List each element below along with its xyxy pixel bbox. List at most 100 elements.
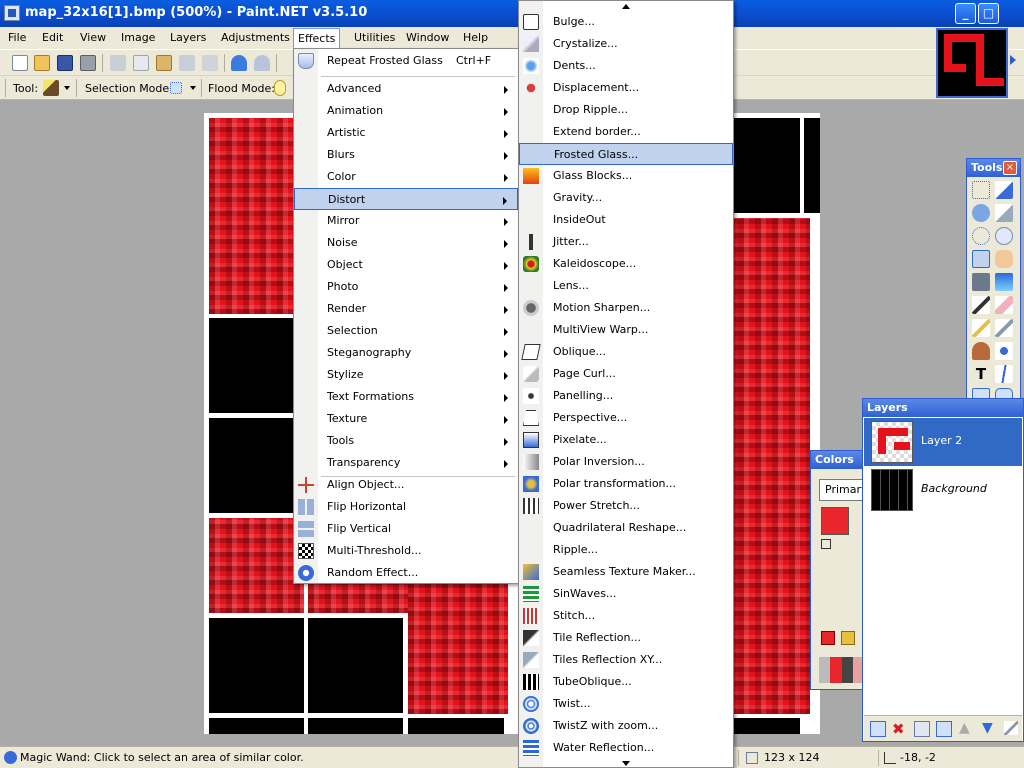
color-mode-dropdown[interactable]: Primary [819,479,868,501]
layer-row[interactable]: Background [864,466,1022,514]
distort-item-glass-blocks[interactable]: Glass Blocks... [519,165,733,187]
submenu-distort[interactable]: Distort [294,188,518,210]
move-selection-icon[interactable] [995,204,1013,222]
flood-mode-icon[interactable] [274,80,286,96]
menu-item-random-effect[interactable]: Random Effect... [294,562,518,584]
selection-mode-dropdown-icon[interactable] [190,86,196,90]
primary-color-swatch[interactable] [821,507,849,535]
maximize-button[interactable]: □ [978,3,999,24]
submenu-advanced[interactable]: Advanced [294,78,518,100]
open-icon[interactable] [34,55,50,71]
recolor-icon[interactable] [995,342,1013,360]
clone-stamp-icon[interactable] [972,342,990,360]
selection-mode-icon[interactable] [170,82,182,94]
paint-bucket-icon[interactable] [972,273,990,291]
duplicate-layer-icon[interactable] [914,721,930,737]
pan-icon[interactable] [995,250,1013,268]
menu-view[interactable]: View [76,30,110,48]
submenu-mirror[interactable]: Mirror [294,210,518,232]
submenu-render[interactable]: Render [294,298,518,320]
layer-row-selected[interactable]: Layer 2 [864,418,1022,466]
menu-edit[interactable]: Edit [38,30,67,48]
distort-item-twistz-with-zoom[interactable]: TwistZ with zoom... [519,715,733,737]
copy-icon[interactable] [133,55,149,71]
eraser-icon[interactable] [995,296,1013,314]
layer-properties-icon[interactable] [1004,721,1018,735]
tool-dropdown-icon[interactable] [64,86,70,90]
distort-item-kaleidoscope[interactable]: Kaleidoscope... [519,253,733,275]
submenu-object[interactable]: Object [294,254,518,276]
zoom-icon[interactable] [995,227,1013,245]
submenu-texture[interactable]: Texture [294,408,518,430]
line-curve-icon[interactable] [995,365,1013,383]
distort-item-bulge[interactable]: Bulge... [519,11,733,33]
menu-utilities[interactable]: Utilities [350,30,399,48]
menu-item-flip-horizontal[interactable]: Flip Horizontal [294,496,518,518]
repeat-effect-item[interactable]: Repeat Frosted Glass Ctrl+F [294,50,518,72]
distort-item-ripple[interactable]: Ripple... [519,539,733,561]
distort-item-polar-inversion[interactable]: Polar Inversion... [519,451,733,473]
submenu-noise[interactable]: Noise [294,232,518,254]
distort-item-tile-reflection[interactable]: Tile Reflection... [519,627,733,649]
distort-item-multiview-warp[interactable]: MultiView Warp... [519,319,733,341]
menu-effects[interactable]: Effects [293,28,341,49]
paste-icon[interactable] [156,55,172,71]
menu-item-align-object[interactable]: Align Object... [294,474,518,496]
distort-item-frosted-glass[interactable]: Frosted Glass... [519,143,733,165]
add-palette-icon[interactable] [821,631,835,645]
menu-window[interactable]: Window [402,30,453,48]
move-layer-up-icon[interactable]: ▲ [959,720,970,736]
app-icon[interactable] [4,5,20,21]
submenu-artistic[interactable]: Artistic [294,122,518,144]
distort-item-extend-border[interactable]: Extend border... [519,121,733,143]
menu-file[interactable]: File [4,30,30,48]
crop-icon[interactable] [179,55,195,71]
submenu-text-formations[interactable]: Text Formations [294,386,518,408]
distort-item-pixelate[interactable]: Pixelate... [519,429,733,451]
image-thumbnail[interactable] [936,28,1008,98]
merge-layer-icon[interactable] [936,721,952,737]
submenu-selection[interactable]: Selection [294,320,518,342]
submenu-photo[interactable]: Photo [294,276,518,298]
gradient-icon[interactable] [995,273,1013,291]
delete-layer-icon[interactable]: ✖ [892,720,905,738]
save-icon[interactable] [57,55,73,71]
distort-item-gravity[interactable]: Gravity... [519,187,733,209]
distort-item-crystalize[interactable]: Crystalize... [519,33,733,55]
menu-help[interactable]: Help [459,30,492,48]
submenu-color[interactable]: Color [294,166,518,188]
lasso-select-icon[interactable] [972,204,990,222]
distort-item-water-reflection[interactable]: Water Reflection... [519,737,733,759]
distort-item-perspective[interactable]: Perspective... [519,407,733,429]
scroll-up-icon[interactable] [622,4,630,9]
paintbrush-icon[interactable] [972,296,990,314]
pencil-icon[interactable] [972,319,990,337]
distort-item-stitch[interactable]: Stitch... [519,605,733,627]
distort-item-seamless-texture-maker[interactable]: Seamless Texture Maker... [519,561,733,583]
distort-item-displacement[interactable]: Displacement... [519,77,733,99]
distort-item-quadrilateral-reshape[interactable]: Quadrilateral Reshape... [519,517,733,539]
text-icon[interactable]: T [972,365,990,383]
submenu-stylize[interactable]: Stylize [294,364,518,386]
submenu-transparency[interactable]: Transparency [294,452,518,474]
distort-item-panelling[interactable]: Panelling... [519,385,733,407]
distort-item-tubeoblique[interactable]: TubeOblique... [519,671,733,693]
ellipse-select-icon[interactable] [972,227,990,245]
menu-image[interactable]: Image [117,30,159,48]
distort-item-page-curl[interactable]: Page Curl... [519,363,733,385]
menu-layers[interactable]: Layers [166,30,210,48]
swap-colors-icon[interactable] [821,539,831,549]
distort-item-tiles-reflection-xy[interactable]: Tiles Reflection XY... [519,649,733,671]
submenu-steganography[interactable]: Steganography [294,342,518,364]
new-icon[interactable] [12,55,28,71]
thumbnail-scroll-icon[interactable] [1010,55,1016,65]
deselect-icon[interactable] [202,55,218,71]
palette-swatches[interactable] [819,657,865,683]
submenu-tools[interactable]: Tools [294,430,518,452]
distort-item-motion-sharpen[interactable]: Motion Sharpen... [519,297,733,319]
menu-adjustments[interactable]: Adjustments [217,30,294,48]
distort-item-insideout[interactable]: InsideOut [519,209,733,231]
menu-item-multi-threshold[interactable]: Multi-Threshold... [294,540,518,562]
print-icon[interactable] [80,55,96,71]
redo-icon[interactable] [254,55,270,71]
